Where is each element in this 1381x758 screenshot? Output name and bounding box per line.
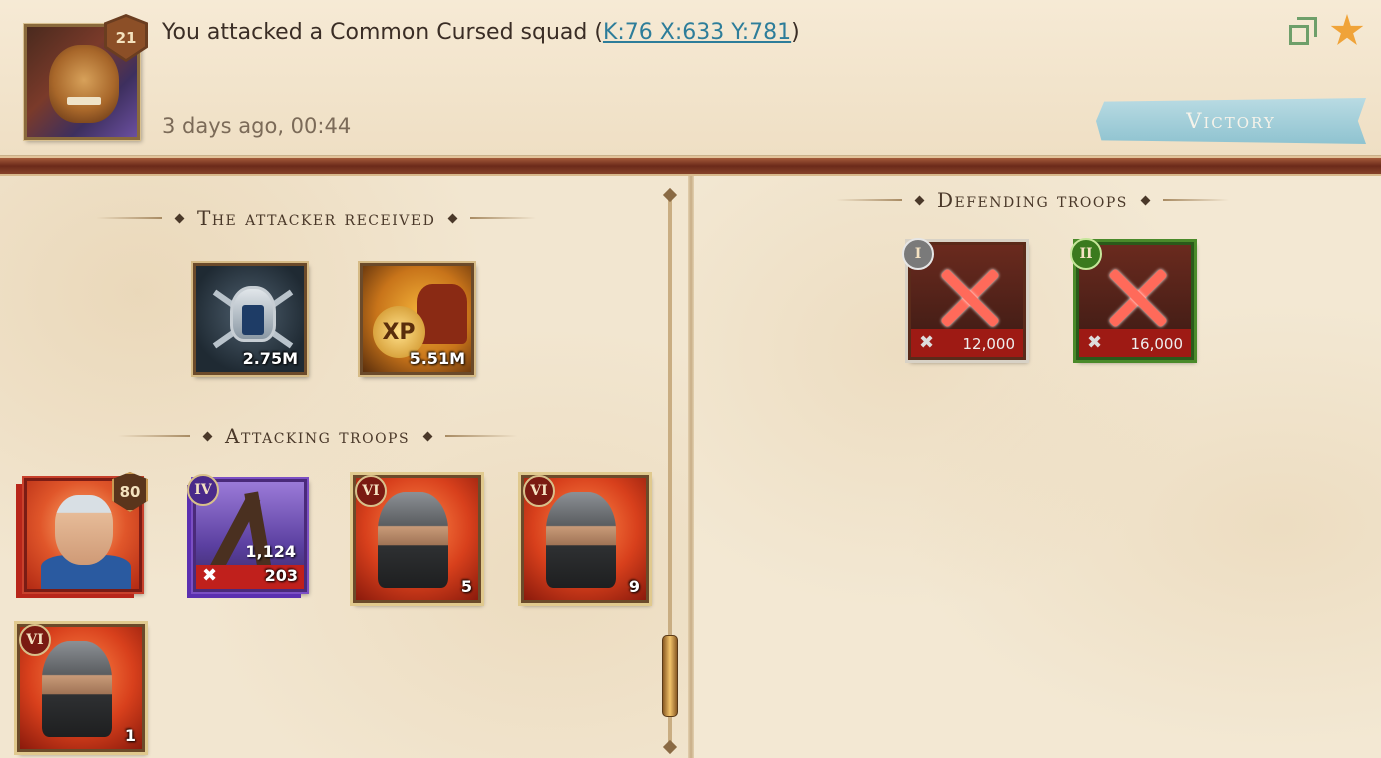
title-suffix: ) (791, 20, 800, 45)
star-icon[interactable] (1330, 14, 1364, 45)
copy-icon[interactable] (1289, 17, 1319, 47)
reward-xp[interactable]: XP 5.51M (360, 263, 474, 375)
defender-panel (694, 176, 1381, 758)
losses-x-icon: ✖ (919, 332, 935, 353)
header-divider (0, 156, 1381, 176)
attacker-received-heading: The attacker received (96, 206, 537, 230)
reward-xp-value: 5.51M (409, 349, 465, 368)
defeated-x-icon (1107, 267, 1167, 327)
soldier-portrait (378, 492, 448, 588)
reward-honor[interactable]: 2.75M (193, 263, 307, 375)
losses-x-icon: ✖ (1087, 332, 1103, 353)
defender-count: 16,000 (1130, 335, 1184, 353)
troop-siege-count: 1,124 (245, 542, 296, 561)
losses-x-icon: ✖ (202, 565, 218, 586)
victory-banner: Victory (1096, 98, 1366, 144)
tier-badge: IV (187, 474, 219, 506)
defender-count: 12,000 (962, 335, 1016, 353)
beast-portrait (49, 45, 119, 123)
troop-siege-lost: 203 (264, 566, 298, 585)
attacking-troops-title: Attacking troops (225, 424, 411, 448)
soldier-portrait (546, 492, 616, 588)
attacker-received-title: The attacker received (197, 206, 436, 230)
troop-count: 5 (460, 577, 472, 596)
coordinates-link[interactable]: K:76 X:633 Y:781 (603, 20, 791, 45)
report-title: You attacked a Common Cursed squad (K:76… (162, 20, 800, 45)
honor-helmet-icon (230, 286, 276, 342)
reward-honor-value: 2.75M (242, 349, 298, 368)
attacking-troops-heading: Attacking troops (118, 424, 518, 448)
tier-badge: VI (523, 475, 555, 507)
defending-troops-title: Defending troops (937, 188, 1128, 212)
defending-troops-heading: Defending troops (836, 188, 1229, 212)
tier-badge: I (902, 238, 934, 270)
beast-fang (67, 97, 101, 105)
scrollbar-thumb[interactable] (662, 635, 678, 717)
troop-count: 9 (628, 577, 640, 596)
soldier-portrait (42, 641, 112, 737)
report-timestamp: 3 days ago, 00:44 (162, 114, 352, 138)
hero-face (55, 495, 113, 565)
report-header: 21 You attacked a Common Cursed squad (K… (0, 0, 1381, 156)
tier-badge: VI (19, 624, 51, 656)
troop-count: 1 (124, 726, 136, 745)
defeated-x-icon (939, 267, 999, 327)
tier-badge: II (1070, 238, 1102, 270)
title-prefix: You attacked a Common Cursed squad ( (162, 20, 603, 45)
tier-badge: VI (355, 475, 387, 507)
